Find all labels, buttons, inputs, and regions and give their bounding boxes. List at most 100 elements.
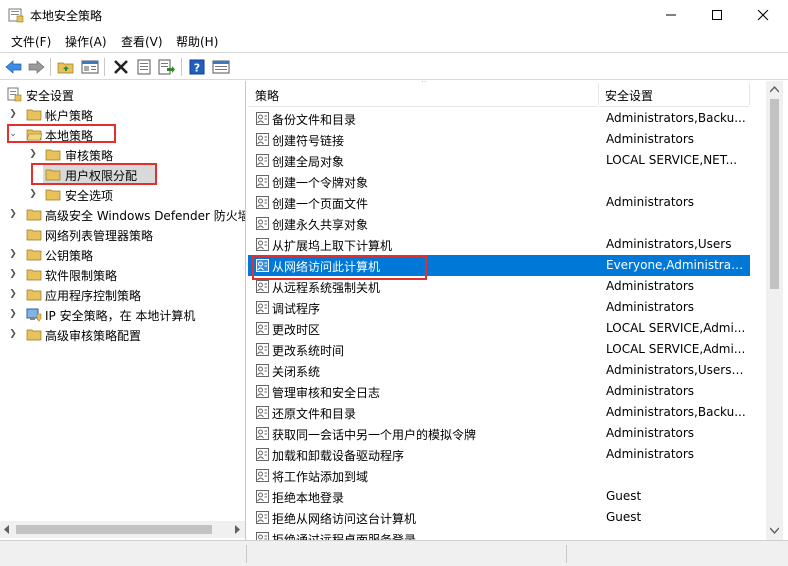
- policy-row[interactable]: 创建符号链接 Administrators: [248, 129, 750, 150]
- policy-item-icon: [256, 343, 269, 356]
- policy-row[interactable]: 拒绝通过远程桌面服务登录: [248, 528, 750, 540]
- expand-arrow-icon[interactable]: ❯: [8, 248, 18, 260]
- policy-item-icon: [256, 154, 269, 167]
- policy-row[interactable]: 调试程序 Administrators: [248, 297, 750, 318]
- tree-item-public-key[interactable]: ❯ 公钥策略: [0, 244, 245, 264]
- tree-item-advanced-audit[interactable]: ❯ 高级审核策略配置: [0, 324, 245, 344]
- policy-name: 加载和卸载设备驱动程序: [272, 449, 405, 463]
- policy-item-icon: [256, 175, 269, 188]
- scroll-down-icon[interactable]: [770, 527, 779, 534]
- menu-help[interactable]: 帮助(H): [174, 33, 220, 50]
- policy-setting: Administrators: [606, 384, 695, 398]
- policy-row[interactable]: 备份文件和目录 Administrators,Backu...: [248, 108, 750, 129]
- policy-name: 创建一个页面文件: [272, 197, 369, 211]
- menu-file[interactable]: 文件(F): [9, 33, 53, 50]
- back-button[interactable]: [4, 57, 24, 77]
- policy-item-icon: [256, 322, 269, 335]
- show-hide-tree-button[interactable]: [80, 57, 100, 77]
- minimize-button[interactable]: [648, 0, 694, 30]
- ip-security-icon: [26, 308, 42, 322]
- policy-row[interactable]: 创建一个页面文件 Administrators: [248, 192, 750, 213]
- menu-view[interactable]: 查看(V): [119, 33, 165, 50]
- policy-item-icon: [256, 280, 269, 293]
- policy-row[interactable]: 创建永久共享对象: [248, 213, 750, 234]
- policy-row[interactable]: 管理审核和安全日志 Administrators: [248, 381, 750, 402]
- policy-row[interactable]: 还原文件和目录 Administrators,Backu...: [248, 402, 750, 423]
- window-title: 本地安全策略: [30, 9, 103, 23]
- policy-row[interactable]: 拒绝本地登录 Guest: [248, 486, 750, 507]
- close-button[interactable]: [740, 0, 786, 30]
- tree-label: 安全设置: [26, 89, 75, 103]
- policy-name: 拒绝从网络访问这台计算机: [272, 512, 417, 526]
- policy-row[interactable]: 更改系统时间 LOCAL SERVICE,Admi...: [248, 339, 750, 360]
- policy-row[interactable]: 关闭系统 Administrators,Users,...: [248, 360, 750, 381]
- policy-name: 从扩展坞上取下计算机: [272, 239, 393, 253]
- menu-action[interactable]: 操作(A): [63, 33, 109, 50]
- list-scroll-thumb[interactable]: [770, 99, 779, 289]
- tree-item-network-list[interactable]: 网络列表管理器策略: [0, 224, 245, 244]
- highlight-box-network-access: [252, 255, 427, 280]
- folder-icon: [26, 229, 42, 241]
- policy-row[interactable]: 获取同一会话中另一个用户的模拟令牌 Administrators: [248, 423, 750, 444]
- show-hide-tree-icon: [81, 60, 99, 74]
- forward-arrow-icon: [28, 60, 45, 74]
- scroll-left-icon[interactable]: [3, 525, 11, 534]
- tree-item-firewall[interactable]: ❯ 高级安全 Windows Defender 防火墙: [0, 204, 246, 224]
- help-button[interactable]: ?: [187, 57, 207, 77]
- tree-label: 安全选项: [65, 189, 114, 203]
- policy-row[interactable]: 从扩展坞上取下计算机 Administrators,Users: [248, 234, 750, 255]
- policy-row[interactable]: 更改时区 LOCAL SERVICE,Admi...: [248, 318, 750, 339]
- tree-item-security-options[interactable]: ❯ 安全选项: [0, 184, 245, 204]
- toolbar-separator: [50, 58, 51, 76]
- expand-arrow-icon[interactable]: ❯: [8, 208, 18, 220]
- column-header-setting[interactable]: 安全设置: [599, 81, 749, 107]
- policy-row[interactable]: 拒绝从网络访问这台计算机 Guest: [248, 507, 750, 528]
- scroll-right-icon[interactable]: [233, 525, 241, 534]
- tree-item-root[interactable]: 安全设置: [0, 84, 245, 104]
- expand-arrow-icon[interactable]: ❯: [8, 268, 18, 280]
- status-separator: [566, 545, 567, 563]
- export-list-button[interactable]: [157, 57, 177, 77]
- view-button[interactable]: [211, 57, 231, 77]
- up-level-button[interactable]: [56, 57, 76, 77]
- delete-button[interactable]: [111, 57, 131, 77]
- policy-item-icon: [256, 133, 269, 146]
- tree-label: 高级安全 Windows Defender 防火墙: [45, 209, 246, 223]
- policy-row[interactable]: 创建全局对象 LOCAL SERVICE,NET...: [248, 150, 750, 171]
- policy-item-icon: [256, 238, 269, 251]
- tree-item-software-restriction[interactable]: ❯ 软件限制策略: [0, 264, 245, 284]
- policy-item-icon: [256, 490, 269, 503]
- policy-setting: Administrators: [606, 279, 695, 293]
- expand-arrow-icon[interactable]: ❯: [8, 288, 18, 300]
- expand-arrow-icon[interactable]: ❯: [8, 328, 18, 340]
- expand-arrow-icon[interactable]: ❯: [8, 308, 18, 320]
- policy-row[interactable]: 将工作站添加到域: [248, 465, 750, 486]
- forward-button[interactable]: [26, 57, 46, 77]
- close-icon: [757, 9, 769, 21]
- expand-arrow-icon[interactable]: ❯: [8, 108, 18, 120]
- column-divider[interactable]: [749, 83, 750, 105]
- tree-item-ip-security[interactable]: ❯ IP 安全策略，在 本地计算机: [0, 304, 245, 324]
- tree-item-audit-policy[interactable]: ❯ 审核策略: [0, 144, 245, 164]
- tree-label: 审核策略: [65, 149, 114, 163]
- policy-setting: Administrators: [606, 195, 695, 209]
- tree-item-account-policy[interactable]: ❯ 帐户策略: [0, 104, 245, 124]
- policy-row[interactable]: 创建一个令牌对象: [248, 171, 750, 192]
- maximize-icon: [712, 10, 722, 20]
- expand-arrow-icon[interactable]: ❯: [28, 148, 38, 160]
- maximize-button[interactable]: [694, 0, 740, 30]
- scroll-up-icon[interactable]: [770, 86, 779, 93]
- properties-button[interactable]: [134, 57, 154, 77]
- column-header-policy[interactable]: ⌃ 策略: [248, 81, 598, 107]
- list-vertical-scrollbar[interactable]: [766, 81, 783, 540]
- policy-item-icon: [256, 511, 269, 524]
- expand-arrow-icon[interactable]: ❯: [28, 188, 38, 200]
- tree-scroll-thumb[interactable]: [16, 525, 212, 534]
- tree-horizontal-scrollbar[interactable]: [0, 521, 245, 538]
- policy-name: 还原文件和目录: [272, 407, 357, 421]
- toolbar-separator: [181, 58, 182, 76]
- policy-name: 拒绝本地登录: [272, 491, 345, 505]
- tree-item-app-control[interactable]: ❯ 应用程序控制策略: [0, 284, 245, 304]
- policy-row[interactable]: 加载和卸载设备驱动程序 Administrators: [248, 444, 750, 465]
- delete-icon: [114, 60, 128, 74]
